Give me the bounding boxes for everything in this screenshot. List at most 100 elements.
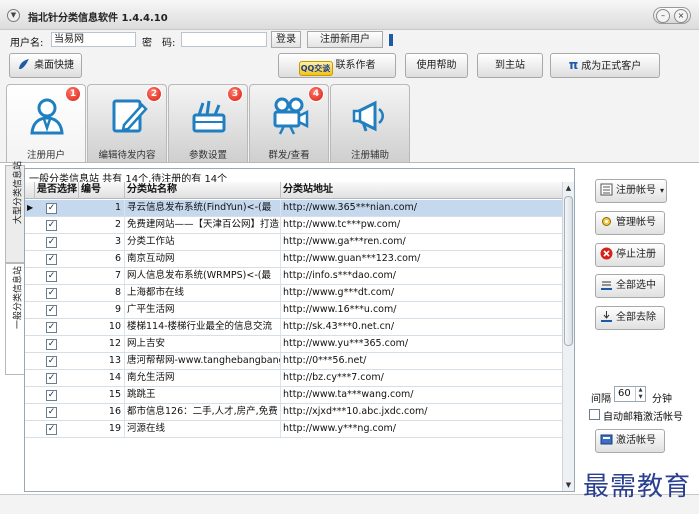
select-all-button[interactable]: 全部选中 (595, 274, 665, 298)
column-header-name[interactable]: 分类站名称 (125, 182, 281, 199)
row-site-url: http://www.ta***wang.com/ (281, 387, 563, 403)
row-site-name: 网上吉安 (125, 336, 281, 352)
tab-label: 注册用户 (26, 150, 65, 161)
column-header-url[interactable]: 分类站地址 (281, 182, 563, 199)
tab-badge: 2 (146, 86, 162, 102)
tab-badge: 3 (227, 86, 243, 102)
row-indicator-header (25, 182, 35, 199)
tab-register-user[interactable]: 1 注册用户 (6, 84, 86, 162)
table-row[interactable]: ✓ 2 免费建网站——【天津百公网】打造 http://www.tc***pw.com… (25, 217, 563, 234)
row-id: 9 (79, 302, 125, 318)
scroll-thumb[interactable] (564, 196, 573, 346)
status-indicator (389, 34, 393, 46)
stop-register-button[interactable]: 停止注册 (595, 243, 665, 267)
deselect-all-button[interactable]: 全部去除 (595, 306, 665, 330)
row-site-name: 河源在线 (125, 421, 281, 437)
manage-account-label: 管理帐号 (616, 217, 656, 228)
table-row[interactable]: ✓ 16 都市信息126：二手,人才,房产,免费 http://xjxd***10.a… (25, 404, 563, 421)
table-row[interactable]: ✓ 12 网上吉安 http://www.yu***365.com/ (25, 336, 563, 353)
stepper-arrows-icon[interactable]: ▲ ▼ (635, 387, 645, 401)
tab-label: 参数设置 (188, 150, 227, 161)
tab-edit-content[interactable]: 2 编辑待发内容 (87, 84, 167, 162)
row-site-name: 广平生活网 (125, 302, 281, 318)
row-id: 10 (79, 319, 125, 335)
row-checkbox[interactable]: ✓ (46, 305, 57, 316)
interval-label: 间隔 (591, 394, 611, 405)
table-row[interactable]: ✓ 19 河源在线 http://www.y***ng.com/ (25, 421, 563, 438)
become-member-label: 成为正式客户 (581, 61, 642, 72)
row-checkbox[interactable]: ✓ (46, 390, 57, 401)
row-id: 6 (79, 251, 125, 267)
table-row[interactable]: ✓ 15 跳跳王 http://www.ta***wang.com/ (25, 387, 563, 404)
main-site-button[interactable]: 到主站 (477, 53, 543, 78)
row-site-name: 南京互动网 (125, 251, 281, 267)
row-site-name: 楼梯114-楼梯行业最全的信息交流 (125, 319, 281, 335)
row-site-url: http://0***56.net/ (281, 353, 563, 369)
toolbar: 桌面快捷 QQ交谈 联系作者 使用帮助 到主站 π 成为正式客户 (0, 50, 699, 82)
interval-stepper[interactable]: 60 ▲ ▼ (614, 386, 646, 402)
row-id: 19 (79, 421, 125, 437)
window-controls: – × (653, 7, 691, 24)
table-row[interactable]: ✓ 3 分类工作站 http://www.ga***ren.com/ (25, 234, 563, 251)
register-new-user-button[interactable]: 注册新用户 (307, 31, 383, 48)
minimize-icon[interactable]: – (656, 9, 670, 23)
row-checkbox[interactable]: ✓ (46, 407, 57, 418)
row-site-url: http://www.yu***365.com/ (281, 336, 563, 352)
activate-account-button[interactable]: 激活帐号 (595, 429, 665, 453)
row-site-url: http://www.guan***123.com/ (281, 251, 563, 267)
close-icon[interactable]: × (674, 9, 688, 23)
row-checkbox[interactable]: ✓ (46, 203, 57, 214)
column-header-selected[interactable]: 是否选择 (35, 182, 79, 199)
tab-broadcast[interactable]: 4 群发/查看 (249, 84, 329, 162)
table-row[interactable]: ✓ 7 网人信息发布系统(WRMPS)<-(最 http://info.s***dao… (25, 268, 563, 285)
select-all-icon (601, 281, 612, 290)
contact-author-button[interactable]: QQ交谈 联系作者 (278, 53, 396, 78)
row-checkbox[interactable]: ✓ (46, 339, 57, 350)
manage-account-button[interactable]: 管理帐号 (595, 211, 665, 235)
desktop-shortcut-button[interactable]: 桌面快捷 (9, 53, 82, 78)
table-row[interactable]: ✓ 13 唐河帮帮网-www.tanghebangbang http://0***56… (25, 353, 563, 370)
deselect-all-label: 全部去除 (616, 312, 656, 323)
become-member-button[interactable]: π 成为正式客户 (550, 53, 660, 78)
row-checkbox[interactable]: ✓ (46, 373, 57, 384)
login-button[interactable]: 登录 (271, 31, 301, 48)
password-input[interactable] (181, 32, 267, 47)
tab-register-assist[interactable]: 注册辅助 (330, 84, 410, 162)
row-checkbox[interactable]: ✓ (46, 237, 57, 248)
interval-value: 60 (618, 388, 631, 399)
row-id: 16 (79, 404, 125, 420)
row-checkbox[interactable]: ✓ (46, 254, 57, 265)
app-menu-icon[interactable]: ▼ (7, 9, 20, 22)
table-row[interactable]: ✓ 9 广平生活网 http://www.16***u.com/ (25, 302, 563, 319)
row-checkbox[interactable]: ✓ (46, 356, 57, 367)
stop-icon (600, 247, 613, 260)
tab-settings[interactable]: 3 参数设置 (168, 84, 248, 162)
table-row[interactable]: ▶ ✓ 1 寻云信息发布系统(FindYun)<-(最 http://www.365**… (25, 200, 563, 217)
scroll-down-icon[interactable]: ▼ (563, 479, 574, 491)
auto-activate-checkbox[interactable] (589, 409, 600, 420)
table-row[interactable]: ✓ 14 南允生活网 http://bz.cy***7.com/ (25, 370, 563, 387)
table-row[interactable]: ✓ 8 上海都市在线 http://www.g***dt.com/ (25, 285, 563, 302)
register-account-button[interactable]: 注册帐号 ▾ (595, 179, 667, 203)
username-input[interactable]: 当易网 (51, 32, 136, 47)
side-tab-large-sites[interactable]: 大型分类信息站 (5, 161, 25, 263)
help-button[interactable]: 使用帮助 (405, 53, 468, 78)
row-checkbox[interactable]: ✓ (46, 220, 57, 231)
password-label: 密 码: (142, 38, 176, 49)
table-row[interactable]: ✓ 6 南京互动网 http://www.guan***123.com/ (25, 251, 563, 268)
register-account-label: 注册帐号 (616, 185, 656, 196)
row-site-name: 跳跳王 (125, 387, 281, 403)
column-header-id[interactable]: 编号 (79, 182, 125, 199)
row-checkbox[interactable]: ✓ (46, 288, 57, 299)
chevron-down-icon: ▾ (660, 186, 665, 195)
scroll-up-icon[interactable]: ▲ (563, 182, 574, 194)
user-icon (30, 98, 64, 135)
row-site-url: http://www.y***ng.com/ (281, 421, 563, 437)
table-row[interactable]: ✓ 10 楼梯114-楼梯行业最全的信息交流 http://sk.43***0.net… (25, 319, 563, 336)
row-checkbox[interactable]: ✓ (46, 271, 57, 282)
row-checkbox[interactable]: ✓ (46, 322, 57, 333)
row-site-url: http://www.ga***ren.com/ (281, 234, 563, 250)
row-checkbox[interactable]: ✓ (46, 424, 57, 435)
side-tab-general-sites[interactable]: 一般分类信息站 (5, 263, 25, 375)
grid-scrollbar[interactable]: ▲ ▼ (562, 182, 574, 491)
